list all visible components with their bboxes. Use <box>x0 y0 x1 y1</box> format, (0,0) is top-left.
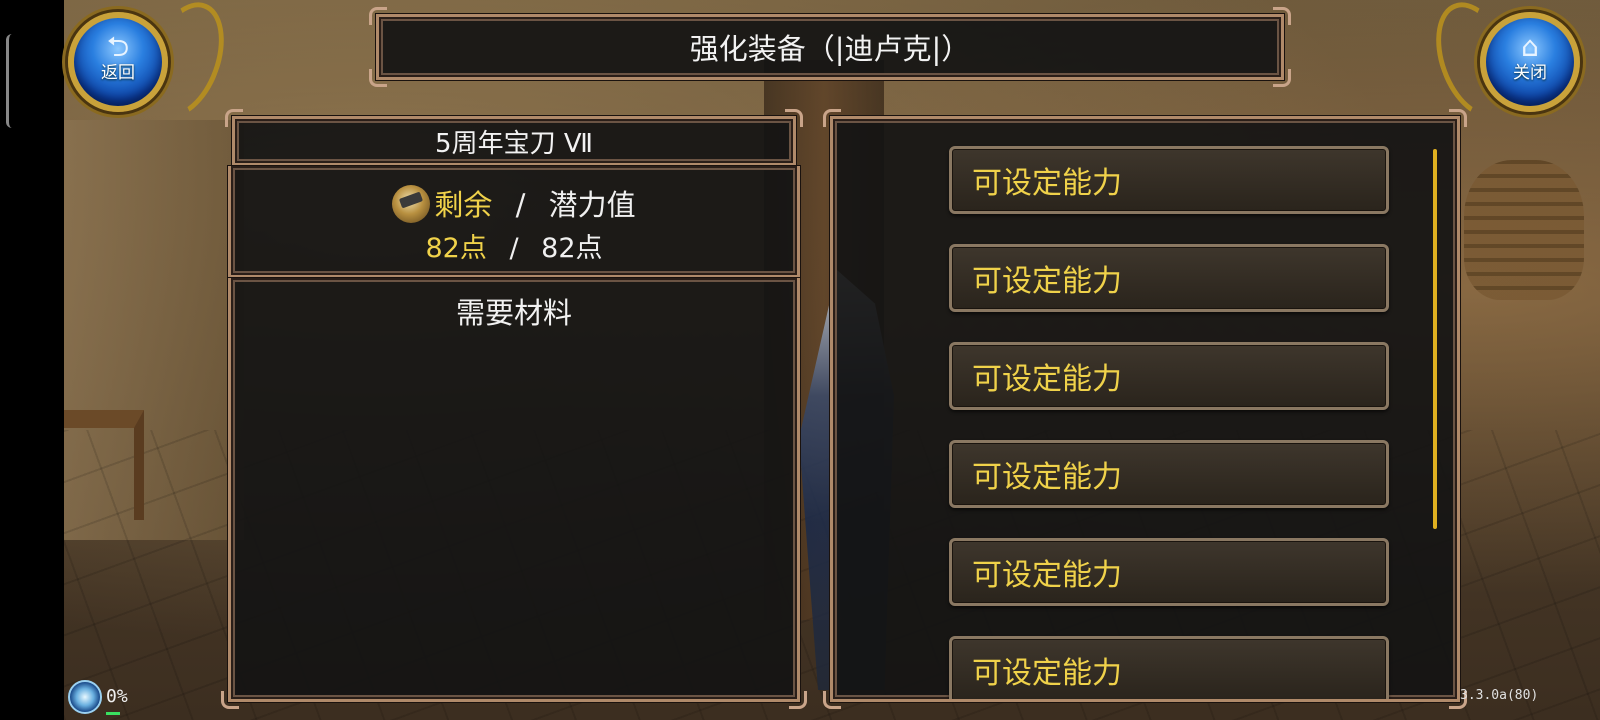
loading-percent: 0% <box>106 686 128 707</box>
frame-corner <box>221 691 239 709</box>
points-values: 82点 / 82点 <box>231 226 797 265</box>
frame-corner <box>789 691 807 709</box>
ability-slot-button[interactable]: 可设定能力 <box>949 636 1389 699</box>
hammer-icon <box>392 185 431 223</box>
ability-slot-button[interactable]: 可设定能力 <box>949 146 1389 214</box>
potential-label: 潜力值 <box>548 188 636 222</box>
scene-stool <box>64 410 144 520</box>
abilities-panel: 可设定能力 可设定能力 可设定能力 可设定能力 可设定能力 可设定能力 <box>823 109 1467 709</box>
item-name-panel: 5周年宝刀 Ⅶ <box>225 109 803 166</box>
remaining-points: 82点 <box>425 233 487 264</box>
potential-points: 82点 <box>541 233 603 264</box>
back-button[interactable]: ⮌ 返回 <box>68 12 168 112</box>
loading-progress-bar <box>106 712 120 715</box>
title-bar: 强化装备（|迪卢克|） <box>369 7 1291 87</box>
ability-slot-button[interactable]: 可设定能力 <box>949 440 1389 508</box>
loading-icon <box>68 680 102 714</box>
ability-slot-button[interactable]: 可设定能力 <box>949 538 1389 606</box>
ability-slot-button[interactable]: 可设定能力 <box>949 342 1389 410</box>
remaining-label: 剩余 <box>434 188 493 222</box>
system-edge-indicator <box>6 34 14 128</box>
separator: / <box>509 233 519 264</box>
item-name: 5周年宝刀 Ⅶ <box>435 128 593 159</box>
points-header: 剩余 / 潜力值 <box>231 182 797 224</box>
abilities-list[interactable]: 可设定能力 可设定能力 可设定能力 可设定能力 可设定能力 可设定能力 <box>833 119 1457 699</box>
back-button-label: 返回 <box>101 63 135 83</box>
abilities-scrollbar[interactable] <box>1433 149 1437 529</box>
home-icon: ⌂ <box>1521 30 1539 63</box>
version-label: 3.3.0a(80) <box>1460 688 1539 703</box>
materials-heading: 需要材料 <box>455 296 572 330</box>
scene-basket <box>1464 160 1584 300</box>
materials-panel: 需要材料 <box>221 278 807 709</box>
close-button[interactable]: ⌂ 关闭 <box>1480 12 1580 112</box>
page-title: 强化装备（|迪卢克|） <box>689 32 971 66</box>
item-stats-panel: 剩余 / 潜力值 82点 / 82点 <box>228 166 800 278</box>
return-arrow-icon: ⮌ <box>106 30 130 63</box>
separator: / <box>515 188 526 222</box>
close-button-label: 关闭 <box>1513 63 1547 83</box>
ability-slot-button[interactable]: 可设定能力 <box>949 244 1389 312</box>
